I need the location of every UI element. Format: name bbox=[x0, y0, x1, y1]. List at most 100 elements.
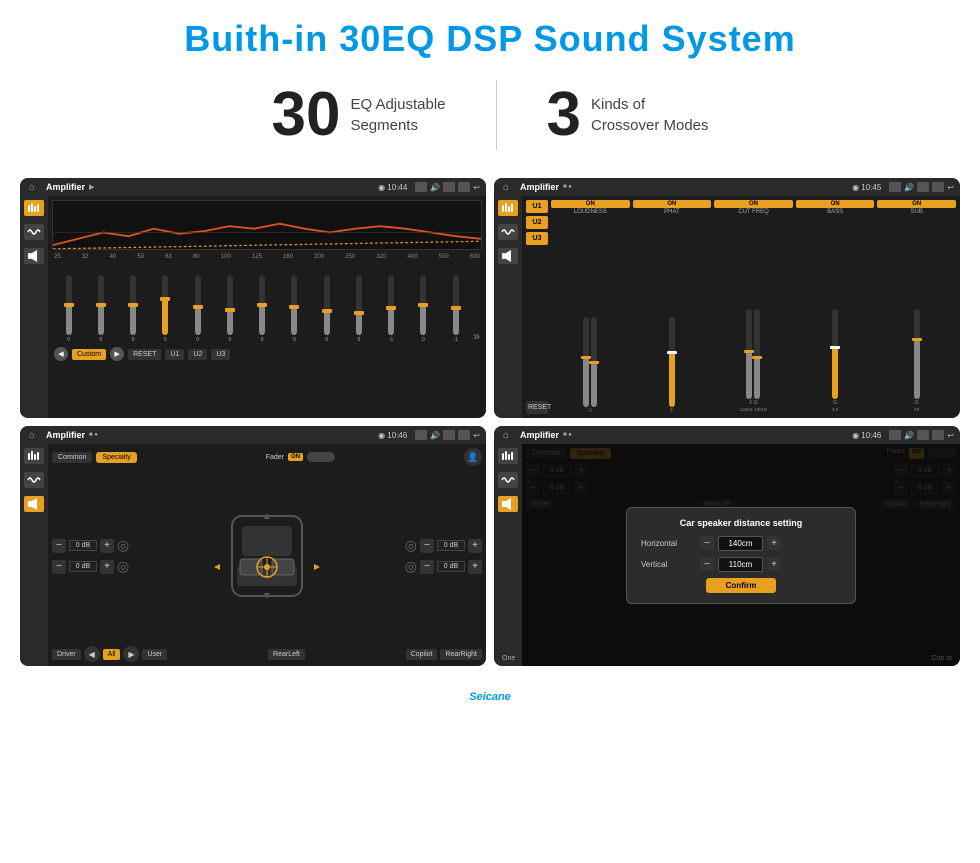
confirm-button[interactable]: Confirm bbox=[706, 578, 777, 593]
home-icon-3[interactable]: ⌂ bbox=[26, 429, 38, 441]
user-btn[interactable]: User bbox=[142, 649, 167, 660]
expand-icon-3 bbox=[458, 430, 470, 440]
sidebar-wave-icon[interactable] bbox=[24, 224, 44, 240]
u1-preset[interactable]: U1 bbox=[526, 200, 548, 213]
right-arrow[interactable]: ▶ bbox=[123, 646, 139, 662]
u3-btn[interactable]: U3 bbox=[211, 349, 230, 360]
sidebar-eq-icon-3[interactable] bbox=[24, 448, 44, 464]
close-icon-2 bbox=[917, 182, 929, 192]
fader-slider[interactable] bbox=[307, 452, 335, 462]
app-title-4: Amplifier bbox=[520, 430, 559, 440]
home-icon-4[interactable]: ⌂ bbox=[500, 429, 512, 441]
u2-preset[interactable]: U2 bbox=[526, 216, 548, 229]
specialty-tab-3[interactable]: Specialty bbox=[96, 452, 136, 463]
brand-name: Seicane bbox=[469, 691, 511, 703]
horizontal-minus[interactable]: − bbox=[700, 536, 714, 550]
u1-btn[interactable]: U1 bbox=[165, 349, 184, 360]
rearright-btn[interactable]: RearRight bbox=[440, 649, 482, 660]
sidebar-speaker-icon-4[interactable] bbox=[498, 496, 518, 512]
expand-icon bbox=[458, 182, 470, 192]
screen-body-4: Common Specialty Fader ON − 0 dB bbox=[494, 444, 960, 666]
db2-minus[interactable]: − bbox=[52, 560, 66, 574]
loudness-sliders bbox=[583, 216, 597, 407]
speaker-icon-fl: ◎ bbox=[117, 537, 129, 554]
play-btn[interactable]: ▶ bbox=[110, 347, 124, 361]
sidebar-eq-icon-4[interactable] bbox=[498, 448, 518, 464]
slider-13: -1 bbox=[441, 275, 470, 343]
sidebar-wave-icon-4[interactable] bbox=[498, 472, 518, 488]
copilot-btn[interactable]: Copilot bbox=[406, 649, 438, 660]
u2-btn[interactable]: U2 bbox=[188, 349, 207, 360]
channel-phat: ON PHAT F bbox=[633, 200, 712, 414]
camera-icon bbox=[415, 182, 427, 192]
speaker-content: Common Specialty Fader ON 👤 bbox=[48, 444, 486, 666]
db-row-2: − 0 dB + ◎ bbox=[52, 558, 129, 575]
sidebar-speaker-icon[interactable] bbox=[24, 248, 44, 264]
common-tab-3[interactable]: Common bbox=[52, 452, 92, 463]
app-title-1: Amplifier bbox=[46, 182, 85, 192]
vertical-plus[interactable]: + bbox=[767, 557, 781, 571]
db4-plus[interactable]: + bbox=[468, 560, 482, 574]
speaker-left-controls: − 0 dB + ◎ − 0 dB + ◎ bbox=[52, 537, 129, 575]
screen-body-1: 253240506380 100125160200250320 40050063… bbox=[20, 196, 486, 418]
db1-minus[interactable]: − bbox=[52, 539, 66, 553]
home-icon[interactable]: ⌂ bbox=[26, 181, 38, 193]
person-icon: 👤 bbox=[464, 448, 482, 466]
db4-val: 0 dB bbox=[437, 561, 465, 572]
dot-icon-2: ■ ● bbox=[563, 184, 572, 190]
prev-btn[interactable]: ◀ bbox=[54, 347, 68, 361]
fader-label: Fader bbox=[266, 454, 284, 461]
stats-row: 30 EQ Adjustable Segments 3 Kinds of Cro… bbox=[0, 70, 980, 170]
all-btn[interactable]: All bbox=[103, 649, 121, 660]
db3-minus[interactable]: − bbox=[420, 539, 434, 553]
rearleft-btn[interactable]: RearLeft bbox=[268, 649, 305, 660]
phat-on[interactable]: ON bbox=[633, 200, 712, 208]
speaker-icon-rl: ◎ bbox=[117, 558, 129, 575]
home-icon-2[interactable]: ⌂ bbox=[500, 181, 512, 193]
sidebar-wave-icon-2[interactable] bbox=[498, 224, 518, 240]
loudness-on[interactable]: ON bbox=[551, 200, 630, 208]
sidebar-speaker-icon-3[interactable] bbox=[24, 496, 44, 512]
speaker-icon-rr: ◎ bbox=[405, 558, 417, 575]
db3-plus[interactable]: + bbox=[468, 539, 482, 553]
stat-eq-number: 30 bbox=[271, 84, 340, 146]
dot-icon-3: ■ ● bbox=[89, 432, 98, 438]
db4-minus[interactable]: − bbox=[420, 560, 434, 574]
page-title: Buith-in 30EQ DSP Sound System bbox=[0, 0, 980, 70]
watermark: Seicane bbox=[0, 686, 980, 708]
reset-btn[interactable]: RESET bbox=[128, 349, 161, 360]
u3-preset[interactable]: U3 bbox=[526, 232, 548, 245]
cross-reset[interactable]: RESET bbox=[526, 401, 548, 414]
bass-on[interactable]: ON bbox=[796, 200, 875, 208]
left-arrow[interactable]: ◀ bbox=[84, 646, 100, 662]
horizontal-val: 140cm bbox=[718, 536, 763, 551]
vertical-minus[interactable]: − bbox=[700, 557, 714, 571]
loudness-freqs: G bbox=[588, 408, 592, 414]
sub-label: SUB bbox=[911, 209, 923, 215]
horizontal-plus[interactable]: + bbox=[767, 536, 781, 550]
db1-val: 0 dB bbox=[69, 540, 97, 551]
fader-row: Fader ON bbox=[266, 452, 335, 462]
sidebar-wave-icon-3[interactable] bbox=[24, 472, 44, 488]
sidebar-3 bbox=[20, 444, 48, 666]
stat-eq-desc: EQ Adjustable Segments bbox=[350, 94, 445, 136]
dialog-title: Car speaker distance setting bbox=[641, 518, 841, 528]
topbar-icons-4: 🔊 ↩ bbox=[889, 430, 954, 440]
driver-btn[interactable]: Driver bbox=[52, 649, 81, 660]
eq-bottom-bar: ◀ Custom ▶ RESET U1 U2 U3 bbox=[52, 345, 482, 363]
stat-crossover: 3 Kinds of Crossover Modes bbox=[497, 84, 759, 146]
sidebar-speaker-icon-2[interactable] bbox=[498, 248, 518, 264]
fader-on[interactable]: ON bbox=[288, 453, 303, 461]
bass-label: BASS bbox=[827, 209, 843, 215]
sidebar-eq-icon[interactable] bbox=[24, 200, 44, 216]
record-icon: ▶ bbox=[89, 183, 94, 191]
eq-freq-labels: 253240506380 100125160200250320 40050063… bbox=[52, 254, 482, 260]
sub-on[interactable]: ON bbox=[877, 200, 956, 208]
db1-plus[interactable]: + bbox=[100, 539, 114, 553]
custom-btn[interactable]: Custom bbox=[72, 349, 106, 360]
channel-bass: ON BASS G3.0 bbox=[796, 200, 875, 414]
sidebar-eq-icon-2[interactable] bbox=[498, 200, 518, 216]
screens-grid: ⌂ Amplifier ▶ ◉ 10:44 🔊 ↩ bbox=[0, 170, 980, 686]
cutfreq-on[interactable]: ON bbox=[714, 200, 793, 208]
db2-plus[interactable]: + bbox=[100, 560, 114, 574]
